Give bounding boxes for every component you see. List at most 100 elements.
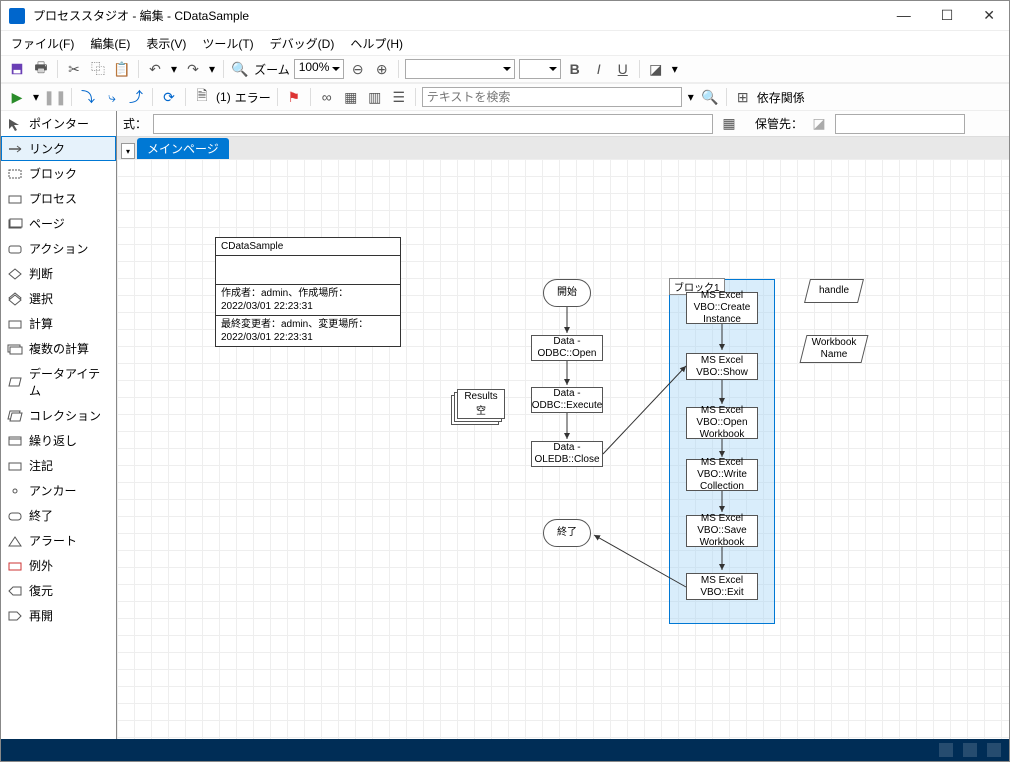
tool-アンカー[interactable]: アンカー <box>1 478 116 503</box>
tool-判断[interactable]: 判断 <box>1 261 116 286</box>
link-icon[interactable]: ∞ <box>317 87 337 107</box>
tool-icon <box>7 267 23 281</box>
tool-計算[interactable]: 計算 <box>1 311 116 336</box>
italic-icon[interactable]: I <box>589 59 609 79</box>
menu-file[interactable]: ファイル(F) <box>11 35 74 52</box>
underline-icon[interactable]: U <box>613 59 633 79</box>
tool-複数の計算[interactable]: 複数の計算 <box>1 336 116 361</box>
font-size-combo[interactable] <box>519 59 561 79</box>
end-node[interactable]: 終了 <box>543 519 591 547</box>
workbook-name-dataitem[interactable]: Workbook Name <box>800 335 869 363</box>
tool-再開[interactable]: 再開 <box>1 603 116 628</box>
start-node[interactable]: 開始 <box>543 279 591 307</box>
save-icon[interactable] <box>7 59 27 79</box>
tabstrip: ▾ メインページ <box>117 137 1009 159</box>
tree-icon[interactable]: ⊞ <box>733 87 753 107</box>
formula-input[interactable] <box>153 114 713 134</box>
tool-アラート[interactable]: アラート <box>1 528 116 553</box>
search-input[interactable] <box>422 87 682 107</box>
zoom-label: ズーム <box>254 61 290 78</box>
status-icon-1[interactable] <box>939 743 953 757</box>
toolbox: ポインターリンクブロックプロセスページアクション判断選択計算複数の計算データアイ… <box>1 111 117 739</box>
data-oledb-close[interactable]: Data - OLEDB::Close <box>531 441 603 467</box>
tool-プロセス[interactable]: プロセス <box>1 186 116 211</box>
dependencies-label[interactable]: 依存関係 <box>757 89 805 106</box>
flag-icon[interactable]: ⚑ <box>284 87 304 107</box>
formula-label: 式： <box>123 115 147 132</box>
save-to-label: 保管先： <box>755 115 803 132</box>
paste-icon[interactable]: 📋 <box>112 59 132 79</box>
document-icon[interactable]: 🗎 <box>192 87 212 107</box>
tool-icon <box>7 534 23 548</box>
play-icon[interactable]: ▶ <box>7 87 27 107</box>
formula-grid-icon[interactable]: ▦ <box>719 114 739 134</box>
tool-ページ[interactable]: ページ <box>1 211 116 236</box>
cut-icon[interactable]: ✂ <box>64 59 84 79</box>
doc2-icon[interactable]: ▦ <box>341 87 361 107</box>
step-into-icon[interactable]: ⤵ <box>78 87 98 107</box>
menu-debug[interactable]: デバッグ(D) <box>270 35 335 52</box>
menu-tool[interactable]: ツール(T) <box>202 35 253 52</box>
tool-コレクション[interactable]: コレクション <box>1 403 116 428</box>
status-icon-3[interactable] <box>987 743 1001 757</box>
tool-icon <box>7 484 23 498</box>
tool-icon <box>7 584 23 598</box>
step-out-icon[interactable]: ⤴ <box>126 87 146 107</box>
menu-help[interactable]: ヘルプ(H) <box>350 35 403 52</box>
tool-繰り返し[interactable]: 繰り返し <box>1 428 116 453</box>
tool-ポインター[interactable]: ポインター <box>1 111 116 136</box>
close-button[interactable]: ✕ <box>977 5 1001 26</box>
canvas[interactable]: CDataSample 作成者：admin、作成場所：2022/03/01 22… <box>117 159 1009 739</box>
refresh-icon[interactable]: ⟳ <box>159 87 179 107</box>
zoom-in-icon[interactable]: ⊕ <box>372 59 392 79</box>
print-icon[interactable]: 🖶 <box>31 59 51 79</box>
data-odbc-open[interactable]: Data - ODBC::Open <box>531 335 603 361</box>
menu-edit[interactable]: 編集(E) <box>90 35 130 52</box>
step-over-icon[interactable]: ⤷ <box>102 87 122 107</box>
tool-ブロック[interactable]: ブロック <box>1 161 116 186</box>
tool-例外[interactable]: 例外 <box>1 553 116 578</box>
excel-save-workbook[interactable]: MS Excel VBO::Save Workbook <box>686 515 758 547</box>
tool-アクション[interactable]: アクション <box>1 236 116 261</box>
tool-icon <box>7 342 23 356</box>
undo-icon[interactable]: ↶ <box>145 59 165 79</box>
save-to-icon[interactable]: ◪ <box>809 114 829 134</box>
tool-復元[interactable]: 復元 <box>1 578 116 603</box>
zoom-icon[interactable]: 🔍 <box>230 59 250 79</box>
font-color-icon[interactable]: ◪ <box>646 59 666 79</box>
excel-write-collection[interactable]: MS Excel VBO::Write Collection <box>686 459 758 491</box>
error-label[interactable]: エラー <box>235 89 271 106</box>
maximize-button[interactable]: ☐ <box>935 5 960 26</box>
app-icon <box>9 8 25 24</box>
excel-exit[interactable]: MS Excel VBO::Exit <box>686 573 758 600</box>
tool-選択[interactable]: 選択 <box>1 286 116 311</box>
minimize-button[interactable]: ― <box>891 5 917 26</box>
menu-view[interactable]: 表示(V) <box>146 35 186 52</box>
excel-create-instance[interactable]: MS Excel VBO::Create Instance <box>686 292 758 324</box>
bold-icon[interactable]: B <box>565 59 585 79</box>
zoom-combo[interactable]: 100% <box>294 59 344 79</box>
pause-icon[interactable]: ❚❚ <box>45 87 65 107</box>
tool-注記[interactable]: 注記 <box>1 453 116 478</box>
tool-icon <box>7 167 23 181</box>
font-family-combo[interactable] <box>405 59 515 79</box>
handle-dataitem[interactable]: handle <box>804 279 864 303</box>
tab-main[interactable]: メインページ <box>137 138 229 159</box>
status-icon-2[interactable] <box>963 743 977 757</box>
tool-終了[interactable]: 終了 <box>1 503 116 528</box>
copy-icon[interactable]: ⿻ <box>88 59 108 79</box>
tool-icon <box>7 142 23 156</box>
process-info-box[interactable]: CDataSample 作成者：admin、作成場所：2022/03/01 22… <box>215 237 401 347</box>
find-icon[interactable]: 🔍 <box>700 87 720 107</box>
excel-show[interactable]: MS Excel VBO::Show <box>686 353 758 380</box>
grid-icon[interactable]: ▥ <box>365 87 385 107</box>
data-odbc-execute[interactable]: Data - ODBC::Execute <box>531 387 603 413</box>
excel-open-workbook[interactable]: MS Excel VBO::Open Workbook <box>686 407 758 439</box>
zoom-out-icon[interactable]: ⊖ <box>348 59 368 79</box>
tool-リンク[interactable]: リンク <box>1 136 116 161</box>
tab-dropdown[interactable]: ▾ <box>121 143 135 159</box>
tool-データアイテム[interactable]: データアイテム <box>1 361 116 403</box>
list-icon[interactable]: ☰ <box>389 87 409 107</box>
save-to-input[interactable] <box>835 114 965 134</box>
redo-icon[interactable]: ↷ <box>183 59 203 79</box>
